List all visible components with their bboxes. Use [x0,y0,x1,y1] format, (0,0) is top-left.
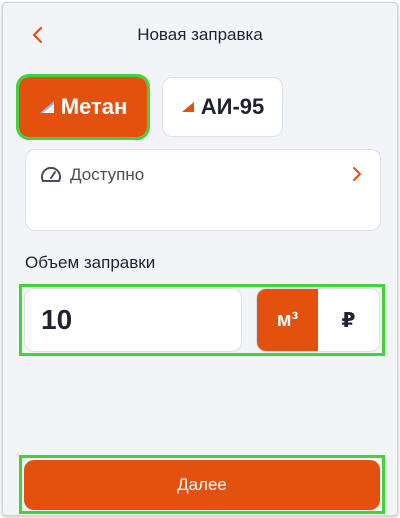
fuel-option-metan[interactable]: Метан [16,74,150,140]
fuel-option-ai95[interactable]: АИ-95 [162,77,283,137]
available-label: Доступно [70,165,145,184]
unit-option-cubic-meters[interactable]: м³ [257,289,318,351]
fuel-option-label: Метан [60,94,128,119]
fuel-flag-icon [39,101,54,113]
fuel-type-selector: Метан АИ-95 [16,74,283,140]
app-screen: Новая заправка Метан АИ-95 Доступно Объе… [2,2,398,516]
header: Новая заправка [3,3,397,67]
available-card[interactable]: Доступно [25,149,381,231]
chevron-right-icon [353,167,361,181]
volume-input-row: м³ ₽ [19,284,385,356]
gauge-icon [41,166,61,182]
unit-switch: м³ ₽ [256,288,380,352]
page-title: Новая заправка [137,25,263,44]
next-button-wrapper: Далее [19,455,385,514]
unit-option-rubles[interactable]: ₽ [318,289,379,351]
fuel-flag-icon [181,102,194,112]
fuel-option-label: АИ-95 [200,94,265,119]
next-button[interactable]: Далее [24,460,380,510]
volume-label: Объем заправки [25,253,156,272]
volume-input[interactable] [24,288,242,352]
